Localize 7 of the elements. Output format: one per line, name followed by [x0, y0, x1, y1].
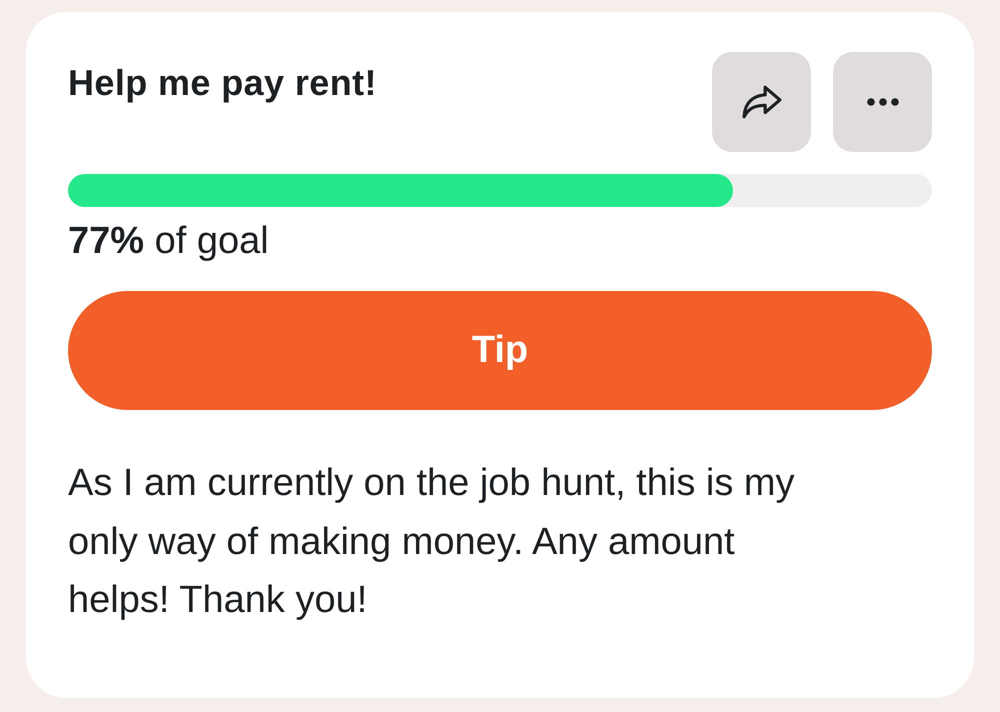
progress-label: 77% of goal: [68, 219, 270, 263]
share-button[interactable]: [712, 52, 811, 152]
curved-arrow-icon: [742, 84, 782, 120]
card-title: Help me pay rent!: [68, 61, 377, 104]
tip-button[interactable]: Tip: [68, 291, 932, 410]
more-icon: [866, 98, 898, 106]
description-text: As I am currently on the job hunt, this is my only way of making money. Any amount helps! Thank you!: [68, 461, 796, 623]
